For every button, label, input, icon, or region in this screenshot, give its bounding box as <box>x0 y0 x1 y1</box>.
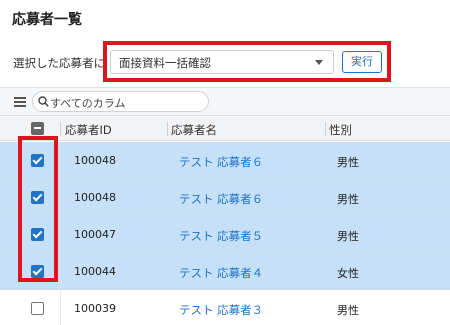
row-checkbox[interactable] <box>31 154 44 167</box>
cell-divider <box>60 253 61 290</box>
row-checkbox[interactable] <box>31 265 44 278</box>
applicant-id: 100044 <box>74 265 116 278</box>
table-row[interactable]: 100048 テスト 応募者６ 男性 <box>0 179 450 216</box>
table-row[interactable]: 100048 テスト 応募者６ 男性 <box>0 142 450 179</box>
column-menu-icon[interactable] <box>14 97 26 107</box>
applicant-name-link[interactable]: テスト 応募者４ <box>179 265 263 281</box>
page-title: 応募者一覧 <box>12 12 82 28</box>
cell-divider <box>60 179 61 216</box>
column-header-id[interactable]: 応募者ID <box>65 122 112 138</box>
search-input[interactable]: すべてのカラム <box>32 91 209 112</box>
applicant-name-link[interactable]: テスト 応募者６ <box>179 191 263 207</box>
column-header-gender[interactable]: 性別 <box>329 122 352 138</box>
column-divider <box>325 122 326 136</box>
row-checkbox[interactable] <box>31 191 44 204</box>
applicant-grid: すべてのカラム 応募者ID 応募者名 性別 100048 テスト 応募者６ 男性… <box>0 87 450 325</box>
applicant-name-link[interactable]: テスト 応募者３ <box>179 302 263 318</box>
cell-divider <box>60 142 61 179</box>
applicant-id: 100048 <box>74 191 116 204</box>
row-checkbox[interactable] <box>31 302 44 315</box>
bulk-action-selected-value: 面接資料一括確認 <box>119 56 211 70</box>
applicant-name-link[interactable]: テスト 応募者６ <box>179 154 263 170</box>
applicant-name-link[interactable]: テスト 応募者５ <box>179 228 263 244</box>
column-divider <box>60 122 61 136</box>
applicant-gender: 男性 <box>337 230 359 243</box>
cell-divider <box>60 216 61 253</box>
run-button[interactable]: 実行 <box>342 51 382 73</box>
applicant-gender: 女性 <box>337 267 359 280</box>
table-row[interactable]: 100044 テスト 応募者４ 女性 <box>0 253 450 290</box>
bulk-action-label: 選択した応募者に <box>13 56 105 70</box>
cell-divider <box>60 290 61 325</box>
search-placeholder: すべてのカラム <box>50 97 126 110</box>
bulk-action-select[interactable]: 面接資料一括確認 <box>110 50 334 74</box>
applicant-gender: 男性 <box>337 156 359 169</box>
select-all-checkbox[interactable] <box>31 122 44 135</box>
header-row: 応募者ID 応募者名 性別 <box>0 117 450 141</box>
table-row[interactable]: 100047 テスト 応募者５ 男性 <box>0 216 450 253</box>
grid-toolbar: すべてのカラム <box>0 88 450 116</box>
search-icon <box>38 96 49 107</box>
column-divider <box>167 122 168 136</box>
chevron-down-icon <box>315 60 323 65</box>
table-row[interactable]: 100039 テスト 応募者３ 男性 <box>0 290 450 325</box>
column-header-name[interactable]: 応募者名 <box>171 122 217 138</box>
applicant-gender: 男性 <box>337 193 359 206</box>
applicant-id: 100048 <box>74 154 116 167</box>
applicant-gender: 男性 <box>337 304 359 317</box>
applicant-id: 100047 <box>74 228 116 241</box>
row-checkbox[interactable] <box>31 228 44 241</box>
applicant-id: 100039 <box>74 302 116 315</box>
